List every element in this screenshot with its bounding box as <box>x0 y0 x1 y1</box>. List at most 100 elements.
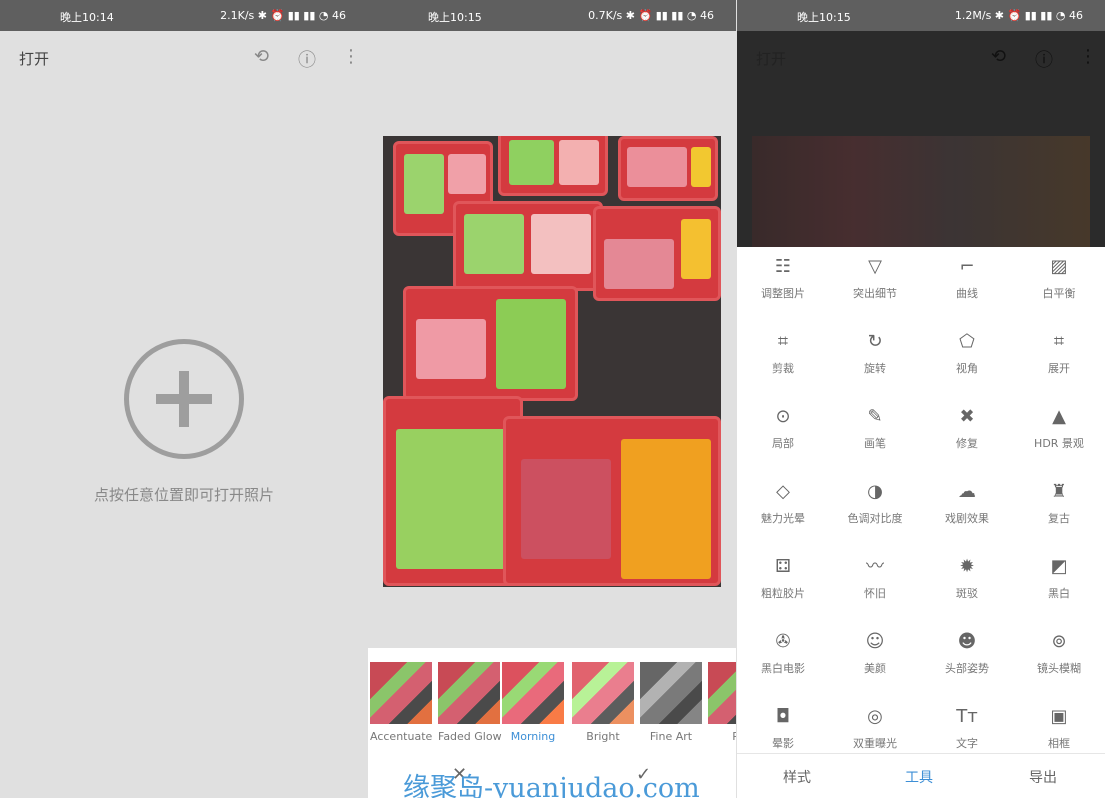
tool-vintage[interactable]: ♜ 复古 <box>1013 481 1105 526</box>
tool-grunge[interactable]: ✹ 斑驳 <box>921 556 1013 601</box>
tool-label: 斑驳 <box>956 587 978 600</box>
tool-glamour[interactable]: ◇ 魅力光晕 <box>737 481 829 526</box>
double-exposure-icon: ◎ <box>867 706 883 727</box>
expand-icon: ⌗ <box>1053 331 1065 352</box>
tool-perspective[interactable]: ⬠ 视角 <box>921 331 1013 376</box>
add-photo-icon[interactable] <box>124 339 244 459</box>
tab-tools[interactable]: 工具 <box>905 767 933 787</box>
tool-healing[interactable]: ✖ 修复 <box>921 406 1013 451</box>
tools-screen: 晚上10:15 1.2M/s ✱ ⏰ ▮▮ ▮▮ ◔ 46 打开 ⟲ ⓘ ⋮ ☷… <box>737 0 1105 798</box>
photo-preview <box>383 136 721 587</box>
tool-label: 画笔 <box>864 437 886 450</box>
tool-label: 粗粒胶片 <box>761 587 805 600</box>
vignette-icon: ◘ <box>775 706 791 727</box>
filter-fine-art[interactable]: Fine Art <box>640 662 702 743</box>
brush-icon: ✎ <box>867 406 883 427</box>
filter-morning[interactable]: Morning <box>500 660 566 743</box>
tool-drama[interactable]: ☁ 戏剧效果 <box>921 481 1013 526</box>
tool-white-balance[interactable]: ▨ 白平衡 <box>1013 256 1105 301</box>
tool-text[interactable]: Tт 文字 <box>921 706 1013 751</box>
tool-label: 展开 <box>1048 362 1070 375</box>
app-bar: 打开 ⟲ ⓘ ⋮ <box>0 31 368 83</box>
hdr-icon: ▲ <box>1052 406 1066 427</box>
tool-details[interactable]: ▽ 突出细节 <box>829 256 921 301</box>
tool-label: 美颜 <box>864 662 886 675</box>
tool-label: 旋转 <box>864 362 886 375</box>
tool-retrolux[interactable]: 〰怀旧 <box>829 556 921 601</box>
more-icon: ⋮ <box>1079 46 1097 67</box>
noir-icon: ✇ <box>775 631 791 652</box>
tool-label: 黑白 <box>1048 587 1070 600</box>
tool-frame[interactable]: ▣ 相框 <box>1013 706 1105 751</box>
status-bar: 晚上10:15 1.2M/s ✱ ⏰ ▮▮ ▮▮ ◔ 46 <box>737 0 1105 31</box>
tune-icon: ☷ <box>774 256 792 277</box>
tool-head-pose[interactable]: ☻ 头部姿势 <box>921 631 1013 676</box>
open-screen[interactable]: 晚上10:14 2.1K/s ✱ ⏰ ▮▮ ▮▮ ◔ 46 打开 ⟲ ⓘ ⋮ 点… <box>0 0 368 798</box>
tool-label: 戏剧效果 <box>945 512 989 525</box>
status-bar: 晚上10:14 2.1K/s ✱ ⏰ ▮▮ ▮▮ ◔ 46 <box>0 0 368 31</box>
tonal-contrast-icon: ◑ <box>867 481 883 502</box>
dimmed-overlay[interactable]: 打开 ⟲ ⓘ ⋮ <box>737 31 1105 247</box>
tool-selective[interactable]: ⊙ 局部 <box>737 406 829 451</box>
tool-crop[interactable]: ⌗ 剪裁 <box>737 331 829 376</box>
tool-label: 视角 <box>956 362 978 375</box>
tool-double-exposure[interactable]: ◎ 双重曝光 <box>829 706 921 751</box>
tool-label: HDR 景观 <box>1034 437 1084 450</box>
healing-icon: ✖ <box>959 406 975 427</box>
tool-vignette[interactable]: ◘ 晕影 <box>737 706 829 751</box>
tool-label: 黑白电影 <box>761 662 805 675</box>
info-icon[interactable]: ⓘ <box>298 46 316 72</box>
open-button[interactable]: 打开 <box>19 48 49 69</box>
tools-grid: ☷ 调整图片 ▽ 突出细节 ⌐ 曲线 ▨ 白平衡 ⌗ 剪裁 ↻ 旋转 ⬠ 视角 ⌗ 展开 ⊙ 局部 ✎ 画笔 ✖ 修复 ▲ H… <box>737 247 1105 753</box>
white-balance-icon: ▨ <box>1050 256 1068 277</box>
filter-bright[interactable]: Bright <box>572 662 634 743</box>
perspective-icon: ⬠ <box>959 331 975 352</box>
tool-tonal-contrast[interactable]: ◑ 色调对比度 <box>829 481 921 526</box>
tool-brush[interactable]: ✎ 画笔 <box>829 406 921 451</box>
tool-hdr[interactable]: ▲ HDR 景观 <box>1013 406 1105 451</box>
photo-preview-dimmed <box>752 136 1090 247</box>
tool-rotate[interactable]: ↻ 旋转 <box>829 331 921 376</box>
tool-label: 怀旧 <box>864 587 886 600</box>
tool-tune[interactable]: ☷ 调整图片 <box>737 256 829 301</box>
status-time: 晚上10:15 <box>797 11 851 24</box>
tool-curves[interactable]: ⌐ 曲线 <box>921 256 1013 301</box>
tool-label: 魅力光晕 <box>761 512 805 525</box>
grunge-icon: ✹ <box>959 556 975 577</box>
open-button: 打开 <box>756 50 787 68</box>
watermark: 缘聚岛-yuanjudao.com <box>403 773 700 798</box>
tool-grainy-film[interactable]: ⚃ 粗粒胶片 <box>737 556 829 601</box>
tool-lens-blur[interactable]: ⊚ 镜头模糊 <box>1013 631 1105 676</box>
filter-faded-glow[interactable]: Faded Glow <box>438 662 502 743</box>
selective-icon: ⊙ <box>775 406 791 427</box>
tool-label: 剪裁 <box>772 362 794 375</box>
frame-icon: ▣ <box>1050 706 1068 727</box>
glamour-icon: ◇ <box>776 481 790 502</box>
vintage-icon: ♜ <box>1050 481 1068 502</box>
tool-label: 突出细节 <box>853 287 897 300</box>
tool-label: 相框 <box>1048 737 1070 750</box>
tool-black-white[interactable]: ◩ 黑白 <box>1013 556 1105 601</box>
tool-label: 文字 <box>956 737 978 750</box>
filter-pu[interactable]: Pu <box>708 662 736 743</box>
tool-label: 局部 <box>772 437 794 450</box>
tab-export[interactable]: 导出 <box>1029 767 1057 787</box>
tab-styles[interactable]: 样式 <box>783 767 811 787</box>
filter-accentuate[interactable]: Accentuate <box>370 662 432 743</box>
status-bar: 晚上10:15 0.7K/s ✱ ⏰ ▮▮ ▮▮ ◔ 46 <box>368 0 736 31</box>
layers-undo-icon[interactable]: ⟲ <box>254 46 269 67</box>
grainy-film-icon: ⚃ <box>775 556 791 577</box>
tool-face[interactable]: ☺ 美颜 <box>829 631 921 676</box>
status-icons: 0.7K/s ✱ ⏰ ▮▮ ▮▮ ◔ 46 <box>588 9 714 22</box>
more-icon[interactable]: ⋮ <box>342 46 360 67</box>
lens-blur-icon: ⊚ <box>1051 631 1067 652</box>
tool-label: 色调对比度 <box>847 512 903 525</box>
filter-strip: Accentuate Faded Glow Morning Bright Fin… <box>368 648 736 798</box>
retrolux-icon: 〰 <box>866 556 884 577</box>
status-time: 晚上10:14 <box>60 11 114 24</box>
tool-expand[interactable]: ⌗ 展开 <box>1013 331 1105 376</box>
face-icon: ☺ <box>865 631 885 652</box>
tool-noir[interactable]: ✇ 黑白电影 <box>737 631 829 676</box>
tool-label: 复古 <box>1048 512 1070 525</box>
details-icon: ▽ <box>868 256 882 277</box>
